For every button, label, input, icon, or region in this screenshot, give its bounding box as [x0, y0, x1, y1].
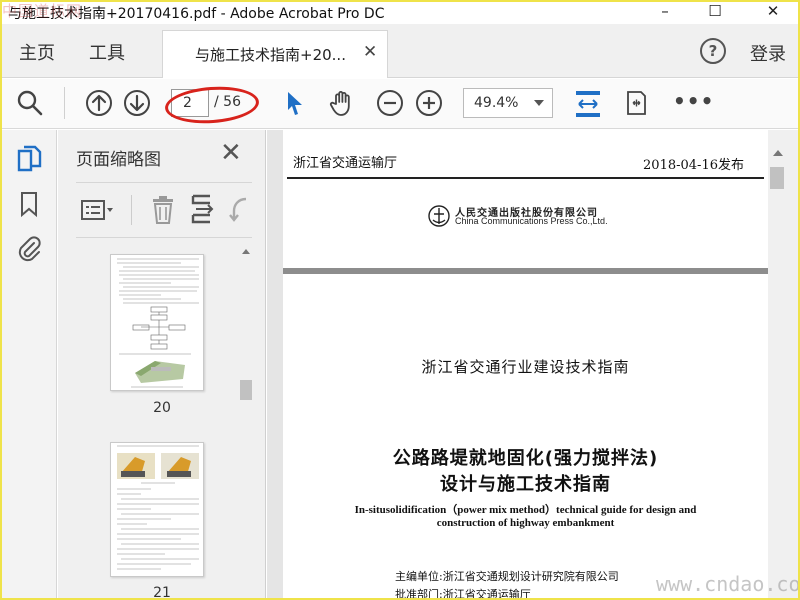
rotate-page-icon[interactable]	[228, 195, 252, 225]
document-tab-label: 与施工技术指南+20...	[195, 46, 346, 64]
navigation-rail	[2, 130, 57, 598]
site-watermark: 中国道标网	[2, 2, 83, 20]
more-tools-icon[interactable]: •••	[673, 89, 714, 113]
thumbnails-toolbar-separator	[131, 195, 132, 225]
thumbnails-panel: 页面缩略图 ✕ 20 21	[58, 130, 266, 600]
tab-home[interactable]: 主页	[19, 39, 55, 65]
hand-tool-icon[interactable]	[328, 89, 356, 117]
thumbnails-scroll-thumb[interactable]	[240, 380, 252, 400]
login-button[interactable]: 登录	[750, 40, 786, 66]
delete-page-icon[interactable]	[150, 195, 176, 225]
maximize-button[interactable]: ☐	[692, 2, 738, 22]
page-thumbnail[interactable]	[110, 442, 204, 577]
zoom-in-icon[interactable]	[415, 89, 443, 117]
zoom-select[interactable]: 49.4%	[463, 88, 553, 118]
page-thumbnail[interactable]	[110, 254, 204, 391]
header-rule	[287, 177, 764, 179]
page-thumbnails-icon[interactable]	[15, 144, 43, 172]
editor-unit: 主编单位:浙江省交通规划设计研究院有限公司	[395, 570, 619, 583]
close-panel-icon[interactable]: ✕	[220, 140, 242, 166]
scroll-up-arrow-icon[interactable]	[242, 249, 250, 254]
next-page-icon[interactable]	[123, 89, 151, 117]
paperclip-icon[interactable]	[15, 234, 43, 262]
tab-tools[interactable]: 工具	[89, 39, 125, 65]
search-icon[interactable]	[16, 89, 44, 117]
help-icon[interactable]: ?	[700, 38, 726, 64]
zoom-out-icon[interactable]	[376, 89, 404, 117]
document-scroll-thumb[interactable]	[770, 167, 784, 189]
chevron-down-icon	[534, 100, 544, 106]
previous-page-icon[interactable]	[85, 89, 113, 117]
thumbnail-page-label: 20	[153, 400, 171, 416]
thumbnails-toolbar	[76, 182, 252, 238]
document-scrollbar[interactable]	[768, 130, 798, 598]
close-tab-icon[interactable]: ✕	[363, 42, 377, 62]
thumbnail-page-content	[117, 258, 199, 388]
document-area: 浙江省交通运输厅 2018-04-16发布 人民交通出版社股份有限公司 Chin…	[267, 130, 798, 600]
fit-width-icon[interactable]	[573, 89, 603, 119]
full-screen-icon[interactable]	[622, 89, 650, 117]
document-tab[interactable]: 与施工技术指南+20... ✕	[162, 30, 388, 78]
thumbnail-page-content	[117, 445, 199, 570]
issue-date: 2018-04-16发布	[643, 158, 744, 173]
site-watermark-bottom: www.cndao.com	[656, 572, 800, 596]
issuer-header: 浙江省交通运输厅	[293, 156, 398, 171]
english-title-line-1: In-situsolidification（power mix method）t…	[354, 504, 697, 516]
pdf-page: 浙江省交通运输厅 2018-04-16发布 人民交通出版社股份有限公司 Chin…	[283, 130, 768, 600]
zoom-value: 49.4%	[474, 95, 519, 111]
acrobat-window: 与施工技术指南+20170416.pdf - Adobe Acrobat Pro…	[0, 0, 800, 600]
bookmark-icon[interactable]	[15, 190, 43, 218]
publisher-logo-icon	[428, 205, 450, 227]
close-window-button[interactable]: ✕	[750, 2, 796, 22]
series-title: 浙江省交通行业建设技术指南	[421, 358, 630, 376]
english-title-line-2: construction of highway embankment	[436, 517, 615, 529]
thumbnail-options-icon[interactable]	[80, 197, 116, 225]
tab-bar: 主页 工具 与施工技术指南+20... ✕ ? 登录	[2, 24, 798, 78]
publisher-name-en: China Communications Press Co.,Ltd.	[455, 216, 608, 226]
toolbar-separator	[64, 87, 65, 119]
thumbnails-panel-title: 页面缩略图	[76, 150, 161, 170]
extract-page-icon[interactable]	[190, 193, 216, 225]
page-break	[283, 268, 768, 274]
toolbar: 2 / 56 49.4% •••	[2, 79, 798, 129]
scroll-up-arrow-icon[interactable]	[773, 150, 783, 156]
approval-department: 批准部门:浙江省交通运输厅	[395, 588, 531, 600]
select-cursor-icon[interactable]	[280, 89, 308, 117]
thumbnails-scrollbar[interactable]	[238, 243, 254, 598]
document-title-line-2: 设计与施工技术指南	[440, 474, 611, 495]
document-title-line-1: 公路路堤就地固化(强力搅拌法)	[392, 448, 659, 469]
minimize-button[interactable]: –	[642, 2, 688, 22]
thumbnail-page-label: 21	[153, 585, 171, 600]
title-bar: 与施工技术指南+20170416.pdf - Adobe Acrobat Pro…	[2, 2, 798, 24]
